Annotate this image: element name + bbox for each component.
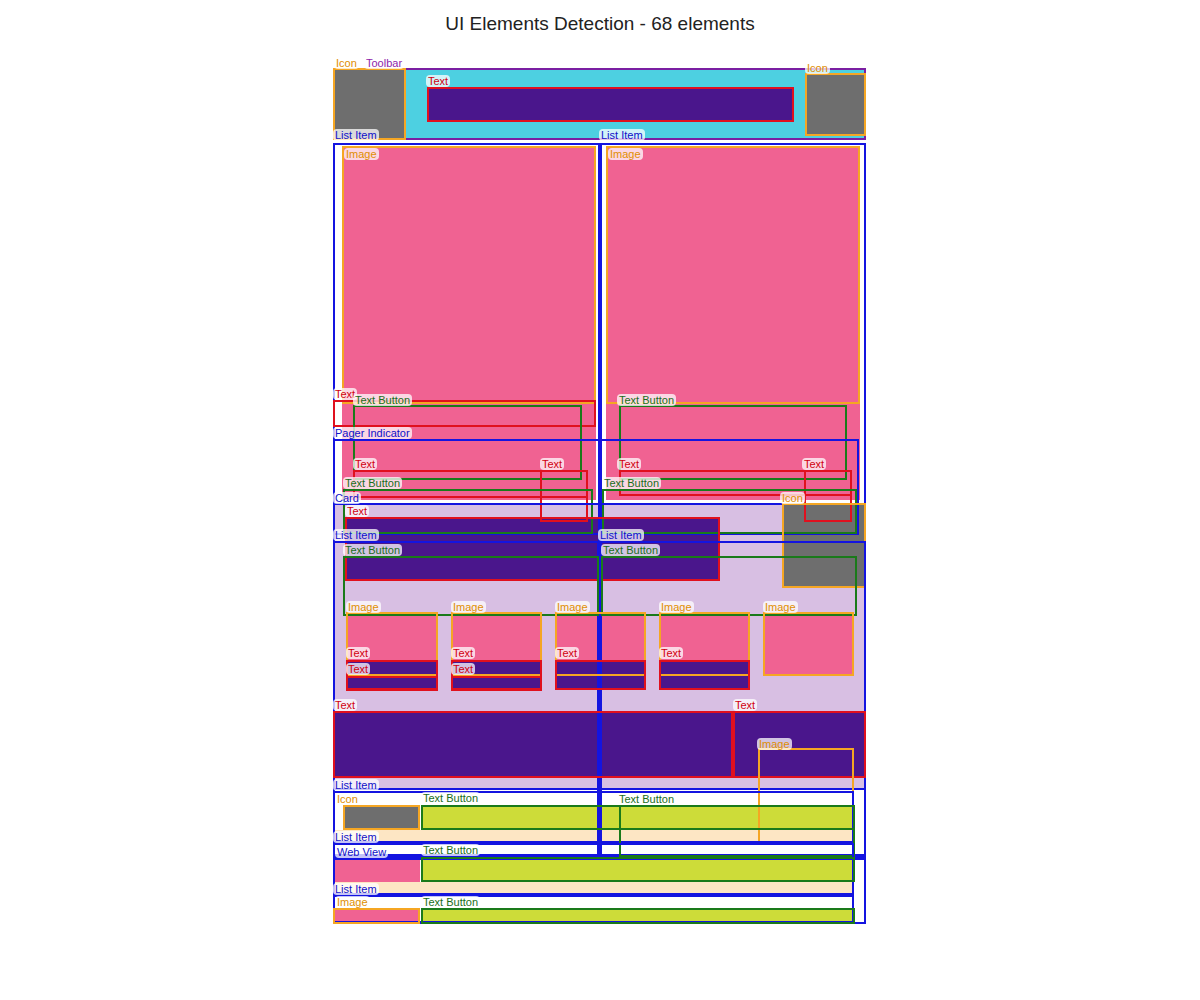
detection-box — [602, 489, 857, 534]
box-label: Text — [333, 699, 357, 711]
box-label: Image — [659, 601, 694, 613]
box-label: Text — [451, 647, 475, 659]
box-label: Text Button — [617, 394, 676, 406]
box-label: Text — [353, 458, 377, 470]
detection-box — [599, 541, 866, 856]
box-label: Image — [451, 601, 486, 613]
detection-box — [555, 660, 646, 690]
box-label: Image — [757, 738, 792, 750]
detection-box — [733, 711, 866, 778]
box-label: Text Button — [421, 792, 480, 804]
background-shape — [333, 858, 420, 882]
box-label: Image — [608, 148, 643, 160]
box-label: List Item — [333, 883, 379, 895]
detection-box — [333, 439, 859, 535]
element-fill — [782, 503, 866, 588]
box-label: List Item — [598, 529, 644, 541]
box-label: Card — [333, 492, 361, 504]
box-label: Image — [335, 896, 370, 908]
box-label: Text — [802, 458, 826, 470]
box-label: Icon — [335, 793, 360, 805]
detection-box — [758, 748, 854, 845]
detection-box — [782, 503, 866, 588]
element-fill — [343, 805, 420, 830]
box-label: Text — [617, 458, 641, 470]
box-label: List Item — [333, 529, 379, 541]
element-fill — [733, 711, 866, 778]
box-label: Web View — [335, 846, 388, 858]
detection-box — [421, 805, 855, 830]
detection-canvas: ToolbarIconTextIconList ItemImageList It… — [0, 0, 1200, 1000]
detection-box — [343, 805, 420, 830]
element-fill — [333, 711, 733, 778]
box-label: Icon — [334, 57, 359, 69]
detection-box — [606, 146, 860, 404]
detection-box — [333, 711, 733, 778]
box-label: Icon — [805, 62, 830, 74]
detection-box — [805, 73, 866, 136]
box-label: Image — [344, 148, 379, 160]
detection-box — [333, 908, 420, 924]
box-label: Text — [346, 647, 370, 659]
box-label: Text Button — [617, 793, 676, 805]
box-label: Image — [763, 601, 798, 613]
box-label: Text — [733, 699, 757, 711]
box-label: Text Button — [421, 896, 480, 908]
element-fill — [342, 146, 596, 404]
box-label: Text — [345, 505, 369, 517]
element-fill — [427, 87, 794, 122]
element-fill — [805, 73, 866, 136]
box-label: Text Button — [353, 394, 412, 406]
box-label: Toolbar — [364, 57, 404, 69]
detection-box — [451, 676, 542, 691]
box-label: Text — [426, 75, 450, 87]
box-label: List Item — [333, 831, 379, 843]
box-label: Text Button — [601, 544, 660, 556]
element-fill — [421, 857, 855, 882]
box-label: Text Button — [343, 544, 402, 556]
detection-box — [601, 556, 857, 616]
box-label: Icon — [780, 492, 805, 504]
box-label: List Item — [333, 129, 379, 141]
detection-box — [763, 612, 854, 676]
element-fill — [763, 612, 854, 676]
detection-box — [333, 541, 599, 856]
detection-box — [427, 87, 794, 122]
box-label: List Item — [333, 779, 379, 791]
box-label: Image — [346, 601, 381, 613]
detection-box — [540, 470, 588, 522]
detection-box — [333, 858, 866, 924]
chart-title: UI Elements Detection - 68 elements — [0, 10, 1200, 39]
box-label: Text Button — [602, 477, 661, 489]
detection-box — [333, 791, 854, 843]
element-fill — [421, 805, 855, 830]
detection-box — [659, 660, 750, 690]
box-label: Text — [346, 663, 370, 675]
box-label: Text — [451, 663, 475, 675]
detection-box — [346, 676, 438, 691]
box-label: Text — [555, 647, 579, 659]
detection-box — [333, 843, 854, 895]
detection-box — [343, 489, 593, 534]
box-label: Text Button — [343, 477, 402, 489]
box-label: Pager Indicator — [333, 427, 412, 439]
detection-box — [333, 143, 600, 858]
box-label: Image — [555, 601, 590, 613]
detection-box — [342, 146, 596, 404]
detection-box — [619, 805, 855, 857]
element-fill — [606, 146, 860, 404]
detection-box — [421, 857, 855, 882]
box-label: Text — [540, 458, 564, 470]
box-label: Text Button — [421, 844, 480, 856]
box-label: List Item — [599, 129, 645, 141]
detection-box — [659, 612, 750, 676]
detection-box — [421, 908, 855, 924]
detection-box — [555, 612, 646, 676]
box-label: Text — [659, 647, 683, 659]
detection-box — [804, 470, 852, 522]
